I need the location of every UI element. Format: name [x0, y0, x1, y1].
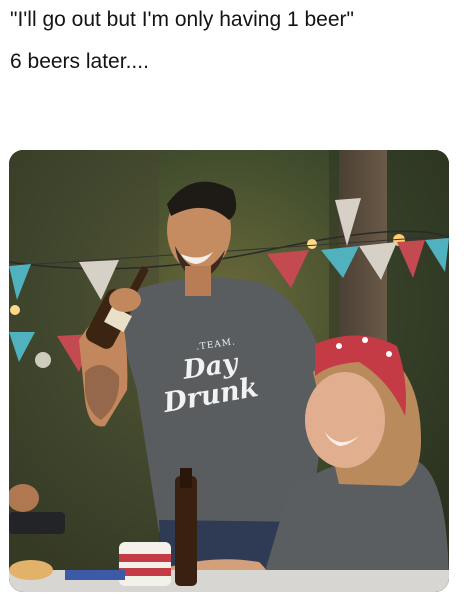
- post-image[interactable]: .TEAM. Day Drunk: [9, 150, 449, 592]
- shirt-text-drunk: Drunk: [161, 371, 261, 420]
- caption-quote: "I'll go out but I'm only having 1 beer": [10, 8, 354, 31]
- post-caption: "I'll go out but I'm only having 1 beer"…: [10, 4, 450, 78]
- caption-punchline: 6 beers later....: [10, 50, 149, 73]
- shirt-graphic: .TEAM. Day Drunk: [161, 337, 271, 430]
